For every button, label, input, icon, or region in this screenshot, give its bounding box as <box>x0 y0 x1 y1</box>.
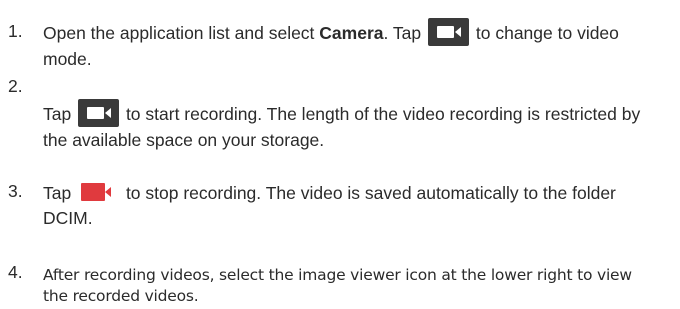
video-camera-recording-icon <box>78 178 120 206</box>
step-text: Tap <box>43 104 77 124</box>
step-text-line: the recorded videos. <box>43 287 199 305</box>
step-text-line: the available space on your storage. <box>43 130 325 150</box>
step-number: 2. <box>8 76 23 96</box>
step-number: 4. <box>8 262 23 282</box>
video-camera-icon <box>78 99 120 127</box>
step-text: Open the application list and select <box>43 23 320 43</box>
step-text: to change to video <box>471 23 619 43</box>
step-text-line: mode. <box>43 49 92 69</box>
step-number: 1. <box>8 21 23 41</box>
step-text: . Tap <box>383 23 427 43</box>
camera-app-name: Camera <box>319 23 384 43</box>
step-text-line: DCIM. <box>43 208 93 228</box>
step-text: Tap <box>43 183 77 203</box>
step-text-line: Tap to stop recording. The video is save… <box>43 178 616 206</box>
step-number: 3. <box>8 181 23 201</box>
step-text-line: Tap to start recording. The length of th… <box>43 99 640 127</box>
step-text-line: Open the application list and select Cam… <box>43 18 619 46</box>
step-text: to stop recording. The video is saved au… <box>121 183 616 203</box>
video-camera-icon <box>428 18 470 46</box>
step-text: to start recording. The length of the vi… <box>121 104 641 124</box>
manual-page: { "steps": [ { "number": "1.", "line1_pr… <box>0 0 680 305</box>
